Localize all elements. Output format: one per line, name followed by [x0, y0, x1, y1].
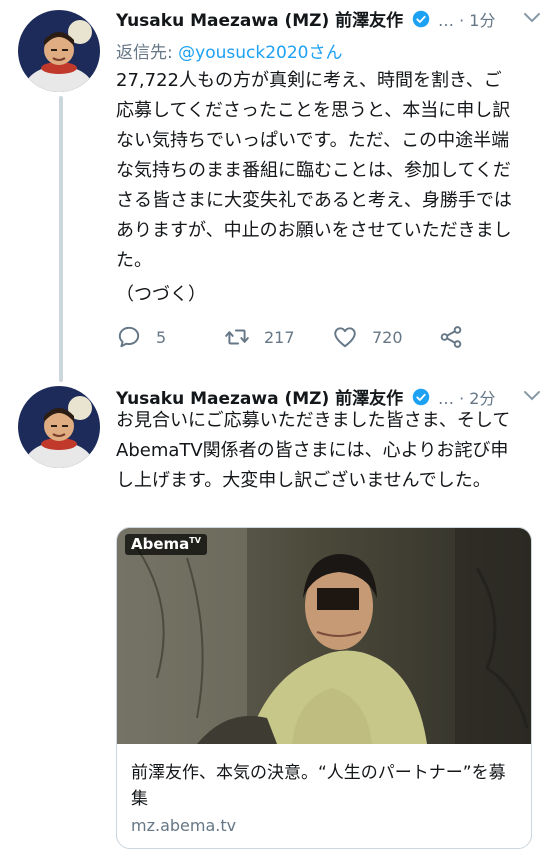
reply-to-label: 返信先:	[116, 43, 179, 63]
like-count: 720	[372, 327, 403, 347]
author-name[interactable]: Yusaku Maezawa (MZ) 前澤友作	[116, 6, 403, 31]
reply-to-line: 返信先: @yousuck2020さん	[116, 38, 342, 63]
tweet: Yusaku Maezawa (MZ) 前澤友作 … · 1分 返信先: @yo…	[0, 0, 550, 380]
avatar[interactable]	[18, 10, 100, 92]
card-url: mz.abema.tv	[131, 816, 237, 835]
retweet-icon	[225, 329, 249, 345]
chevron-down-icon[interactable]	[522, 388, 542, 404]
avatar[interactable]	[18, 386, 100, 468]
like-button[interactable]: 720	[332, 322, 403, 352]
tweet-timestamp[interactable]: … · 1分	[438, 7, 495, 31]
tweet-text: お見合いにご応募いただきました皆さま、そしてAbemaTV関係者の皆さまには、心…	[116, 410, 511, 491]
chevron-down-icon[interactable]	[522, 10, 542, 26]
tweet-actions: 5 217 720	[116, 322, 516, 352]
reply-count: 5	[156, 327, 167, 347]
tweet-text-continued: （つづく）	[116, 284, 206, 305]
share-icon	[440, 326, 462, 348]
card-title: 前澤友作、本気の決意。“人生のパートナー”を募集	[131, 763, 506, 809]
verified-badge-icon	[412, 388, 429, 405]
tweet-text: 27,722人もの方が真剣に考え、時間を割き、ご応募してくださったことを思うと、…	[116, 70, 512, 271]
tweet-timestamp[interactable]: … · 2分	[438, 385, 495, 409]
reply-icon	[118, 326, 140, 348]
card-image: AbemaTV	[117, 528, 531, 744]
verified-badge-icon	[412, 10, 429, 27]
retweet-button[interactable]: 217	[224, 322, 295, 352]
reply-button[interactable]: 5	[116, 322, 166, 352]
tweet-header: Yusaku Maezawa (MZ) 前澤友作 … · 1分	[116, 6, 536, 32]
heart-icon	[334, 327, 356, 348]
abema-tv-logo: AbemaTV	[125, 534, 207, 555]
link-card[interactable]: AbemaTV 前澤友作、本気の決意。“人生のパートナー”を募集 mz.abem…	[116, 527, 532, 849]
share-button[interactable]	[438, 322, 478, 352]
reply-to-handle[interactable]: @yousuck2020さん	[178, 43, 342, 63]
retweet-count: 217	[264, 327, 295, 347]
